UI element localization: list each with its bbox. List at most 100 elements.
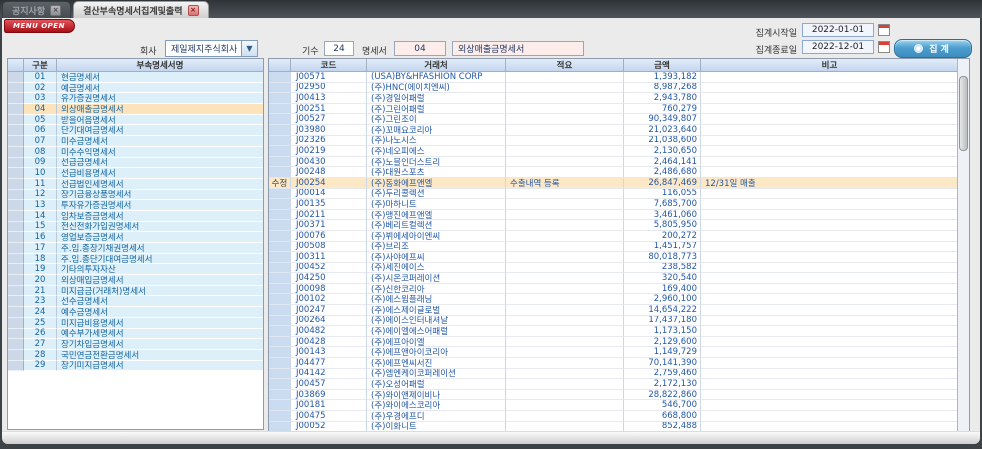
row-selector-cell[interactable] — [8, 125, 24, 136]
list-item[interactable]: 28국민연금전환금명세서 — [8, 350, 263, 361]
table-row[interactable]: J00052(주)이화니트852,488 — [269, 422, 958, 431]
list-item[interactable]: 02예금명세서 — [8, 83, 263, 94]
table-row[interactable]: J00135(주)마하니트7,685,700 — [269, 199, 958, 210]
table-row[interactable]: J03980(주)꼬매요코리아21,023,640 — [269, 125, 958, 136]
table-row[interactable]: J00014(주)두리콜렉션116,055 — [269, 189, 958, 200]
list-item[interactable]: 23선수금명세서 — [8, 296, 263, 307]
table-row[interactable]: J00508(주)브리조1,451,757 — [269, 242, 958, 253]
row-selector-cell[interactable] — [8, 307, 24, 318]
list-item[interactable]: 21미지급금(거래처)명세서 — [8, 286, 263, 297]
tab-close-icon[interactable]: × — [188, 5, 199, 16]
row-selector-cell[interactable] — [8, 104, 24, 115]
row-selector-cell[interactable] — [8, 264, 24, 275]
list-item[interactable]: 04외상매출금명세서 — [8, 104, 263, 115]
statement-code-input[interactable]: 04 — [394, 41, 446, 56]
table-row[interactable]: J00527(주)그린조이90,349,807 — [269, 114, 958, 125]
row-selector-cell[interactable] — [8, 136, 24, 147]
end-date-input[interactable]: 2022-12-01 — [802, 40, 874, 54]
row-selector-cell[interactable] — [8, 158, 24, 169]
list-item[interactable]: 08미수수익명세서 — [8, 147, 263, 158]
list-item[interactable]: 20외상매입금명세서 — [8, 275, 263, 286]
list-item[interactable]: 07미수금명세서 — [8, 136, 263, 147]
row-selector-cell[interactable] — [8, 93, 24, 104]
scrollbar-thumb[interactable] — [959, 76, 968, 151]
table-row[interactable]: J00457(주)오성어패럴2,172,130 — [269, 379, 958, 390]
table-row[interactable]: J00371(주)베리트컬렉션5,805,950 — [269, 220, 958, 231]
row-selector-cell[interactable] — [8, 200, 24, 211]
row-selector-cell[interactable] — [8, 275, 24, 286]
row-selector-cell[interactable] — [8, 211, 24, 222]
list-item[interactable]: 14임차보증금명세서 — [8, 211, 263, 222]
table-row[interactable]: J04250(주)시온코퍼레이션320,540 — [269, 273, 958, 284]
list-item[interactable]: 05받을어음명세서 — [8, 115, 263, 126]
table-row[interactable]: J00098(주)신한코리아169,400 — [269, 284, 958, 295]
table-row[interactable]: J00219(주)네오피에스2,130,650 — [269, 146, 958, 157]
row-selector-cell[interactable] — [8, 222, 24, 233]
vertical-scrollbar[interactable] — [957, 59, 969, 431]
table-row[interactable]: J00428(주)에프아이엘2,129,600 — [269, 337, 958, 348]
row-selector-cell[interactable] — [8, 286, 24, 297]
row-selector-cell[interactable] — [8, 72, 24, 83]
row-selector-cell[interactable] — [8, 350, 24, 361]
table-row[interactable]: J00181(주)와이에스코리아546,700 — [269, 400, 958, 411]
row-selector-cell[interactable] — [8, 83, 24, 94]
row-selector-cell[interactable] — [8, 296, 24, 307]
start-date-input[interactable]: 2022-01-01 — [802, 23, 874, 37]
table-row[interactable]: J00143(주)에프앤아이코리아1,149,729 — [269, 347, 958, 358]
table-row[interactable]: J00413(주)경일어패럴2,943,780 — [269, 93, 958, 104]
table-row[interactable]: J04142(주)엠엔케이코퍼레이션2,759,460 — [269, 369, 958, 380]
table-row[interactable]: J00452(주)세진에이스238,582 — [269, 263, 958, 274]
table-row[interactable]: J00311(주)사야에프씨80,018,773 — [269, 252, 958, 263]
tab-close-icon[interactable]: × — [50, 5, 61, 16]
aggregate-button[interactable]: 집계 — [894, 39, 972, 58]
list-item[interactable]: 25미지급비용명세서 — [8, 318, 263, 329]
list-item[interactable]: 24예수금명세서 — [8, 307, 263, 318]
row-selector-cell[interactable] — [8, 254, 24, 265]
list-item[interactable]: 17주.임.종장기채권명세서 — [8, 243, 263, 254]
list-item[interactable]: 11선급법인세명세서 — [8, 179, 263, 190]
calendar-icon[interactable] — [878, 41, 890, 53]
table-row[interactable]: J00251(주)그린어패럴760,279 — [269, 104, 958, 115]
table-row[interactable]: J00247(주)에스제이글로벌14,654,222 — [269, 305, 958, 316]
list-item[interactable]: 18주.임.종단기대여금명세서 — [8, 254, 263, 265]
list-item[interactable]: 26예수부가세명세서 — [8, 329, 263, 340]
statement-name-input[interactable]: 외상매출금명세서 — [452, 41, 584, 56]
list-item[interactable]: 09선급금명세서 — [8, 158, 263, 169]
row-selector-cell[interactable] — [8, 168, 24, 179]
table-row[interactable]: J00571(USA)BY&HFASHION CORP1,393,182 — [269, 72, 958, 83]
row-selector-cell[interactable] — [8, 329, 24, 340]
menu-open-button[interactable]: MENU OPEN — [4, 19, 75, 33]
list-item[interactable]: 01현금명세서 — [8, 72, 263, 83]
row-selector-cell[interactable] — [8, 147, 24, 158]
list-item[interactable]: 13투자유가증권명세서 — [8, 200, 263, 211]
list-item[interactable]: 19기타의투자자산 — [8, 264, 263, 275]
chevron-down-icon[interactable]: ▼ — [241, 41, 257, 56]
tab-notice[interactable]: 공지사항 × — [2, 1, 71, 18]
table-row[interactable]: J00264(주)에이스인터내셔날17,437,180 — [269, 316, 958, 327]
table-row[interactable]: J00475(주)우경에프디668,800 — [269, 411, 958, 422]
list-item[interactable]: 29장기미지급명세서 — [8, 361, 263, 372]
row-selector-cell[interactable] — [8, 115, 24, 126]
tab-settlement-statements[interactable]: 결산부속명세서집계및출력 × — [73, 1, 208, 18]
table-row[interactable]: J04477(주)에프엔씨서진70,141,390 — [269, 358, 958, 369]
table-row[interactable]: J00430(주)노블인더스트리2,464,141 — [269, 157, 958, 168]
list-item[interactable]: 03유가증권명세서 — [8, 93, 263, 104]
list-item[interactable]: 12장기금융상품명세서 — [8, 190, 263, 201]
row-selector-cell[interactable] — [8, 190, 24, 201]
row-selector-cell[interactable] — [8, 361, 24, 372]
table-row[interactable]: J02950(주)HNC(에이치엔씨)8,987,268 — [269, 83, 958, 94]
list-item[interactable]: 16영업보증금명세서 — [8, 232, 263, 243]
row-selector-cell[interactable] — [8, 243, 24, 254]
row-selector-cell[interactable] — [8, 232, 24, 243]
table-row[interactable]: J00102(주)에스윔플래닝2,960,100 — [269, 294, 958, 305]
list-item[interactable]: 10선급비용명세서 — [8, 168, 263, 179]
row-selector-cell[interactable] — [8, 339, 24, 350]
row-selector-cell[interactable] — [8, 179, 24, 190]
list-item[interactable]: 06단기대여금명세서 — [8, 125, 263, 136]
calendar-icon[interactable] — [878, 24, 890, 36]
table-row[interactable]: J02326(주)나노시스21,038,600 — [269, 136, 958, 147]
table-row[interactable]: J00076(주)뷔에세아이엔씨200,272 — [269, 231, 958, 242]
list-item[interactable]: 15전신전화가입권명세서 — [8, 222, 263, 233]
table-row[interactable]: J00248(주)대원스포츠2,486,680 — [269, 167, 958, 178]
term-input[interactable]: 24 — [324, 41, 354, 56]
